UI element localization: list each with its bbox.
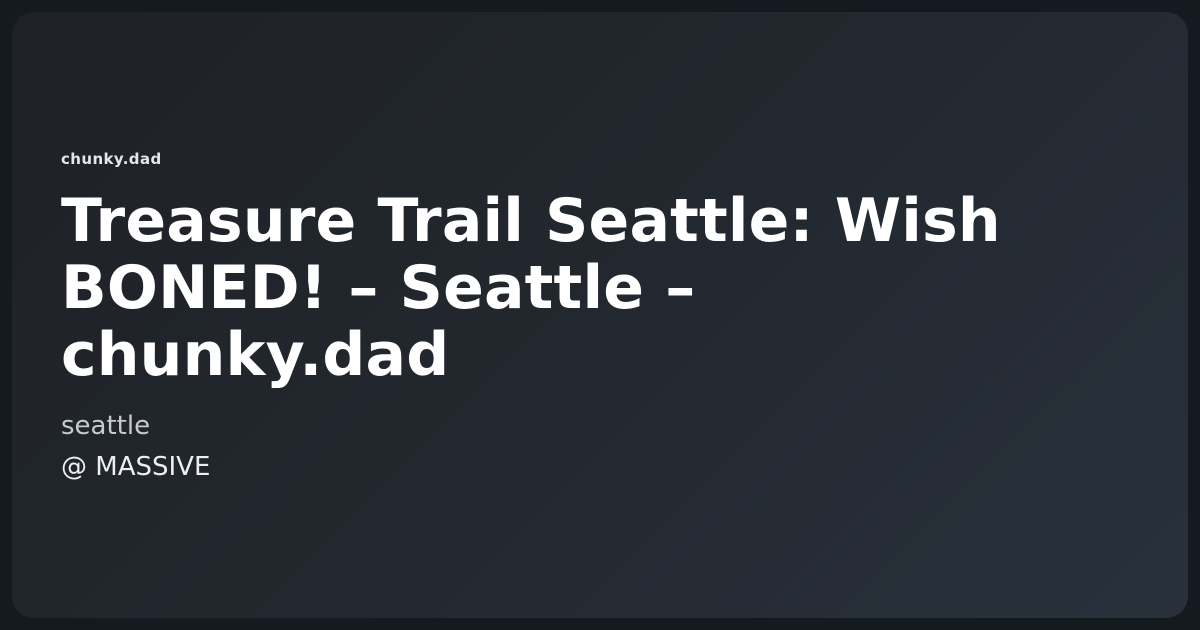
share-card: chunky.dad Treasure Trail Seattle: Wish …: [12, 12, 1188, 618]
card-content: chunky.dad Treasure Trail Seattle: Wish …: [61, 150, 1141, 482]
venue-label: @ MASSIVE: [61, 452, 211, 482]
page-title: Treasure Trail Seattle: Wish BONED! – Se…: [61, 186, 1001, 390]
site-name: chunky.dad: [61, 150, 162, 168]
city-label: seattle: [61, 411, 151, 441]
